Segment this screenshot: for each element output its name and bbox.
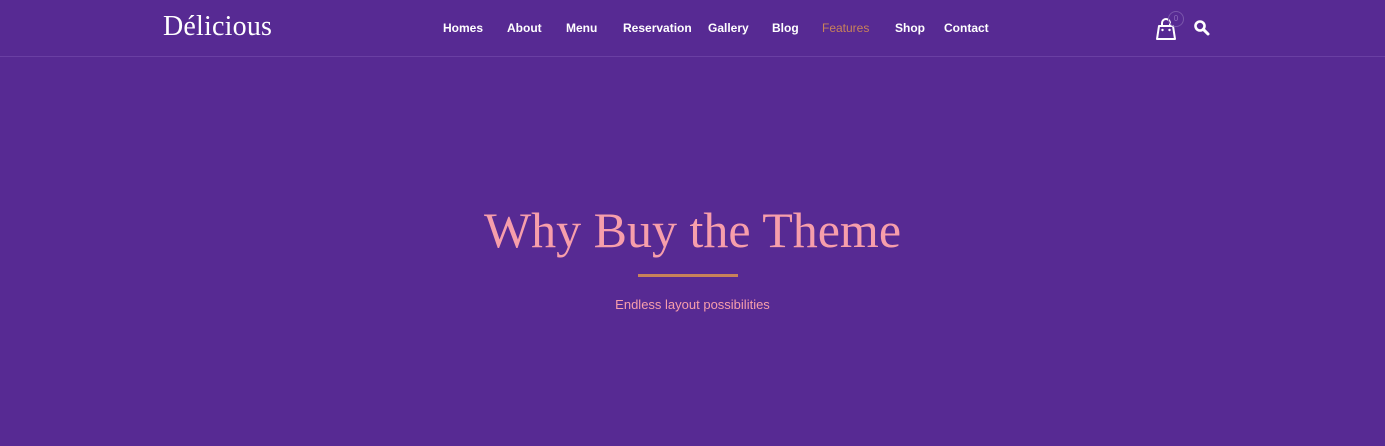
cart-count-badge: 0: [1168, 11, 1184, 27]
search-icon[interactable]: [1193, 19, 1211, 37]
hero-subtitle: Endless layout possibilities: [615, 297, 770, 312]
nav-item-contact[interactable]: Contact: [944, 20, 989, 36]
nav-item-menu[interactable]: Menu: [566, 20, 597, 36]
hero-title: Why Buy the Theme: [483, 202, 902, 258]
main-nav: Homes About Menu Reservation Gallery Blo…: [0, 0, 1385, 57]
nav-item-features[interactable]: Features: [822, 20, 869, 36]
nav-item-shop[interactable]: Shop: [895, 20, 925, 36]
site-header: Délicious Homes About Menu Reservation G…: [0, 0, 1385, 57]
page: Délicious Homes About Menu Reservation G…: [0, 0, 1385, 446]
title-divider: [638, 274, 738, 277]
nav-item-reservation[interactable]: Reservation: [623, 20, 692, 36]
nav-item-about[interactable]: About: [507, 20, 542, 36]
nav-item-gallery[interactable]: Gallery: [708, 20, 749, 36]
nav-item-homes[interactable]: Homes: [443, 20, 483, 36]
nav-item-blog[interactable]: Blog: [772, 20, 799, 36]
